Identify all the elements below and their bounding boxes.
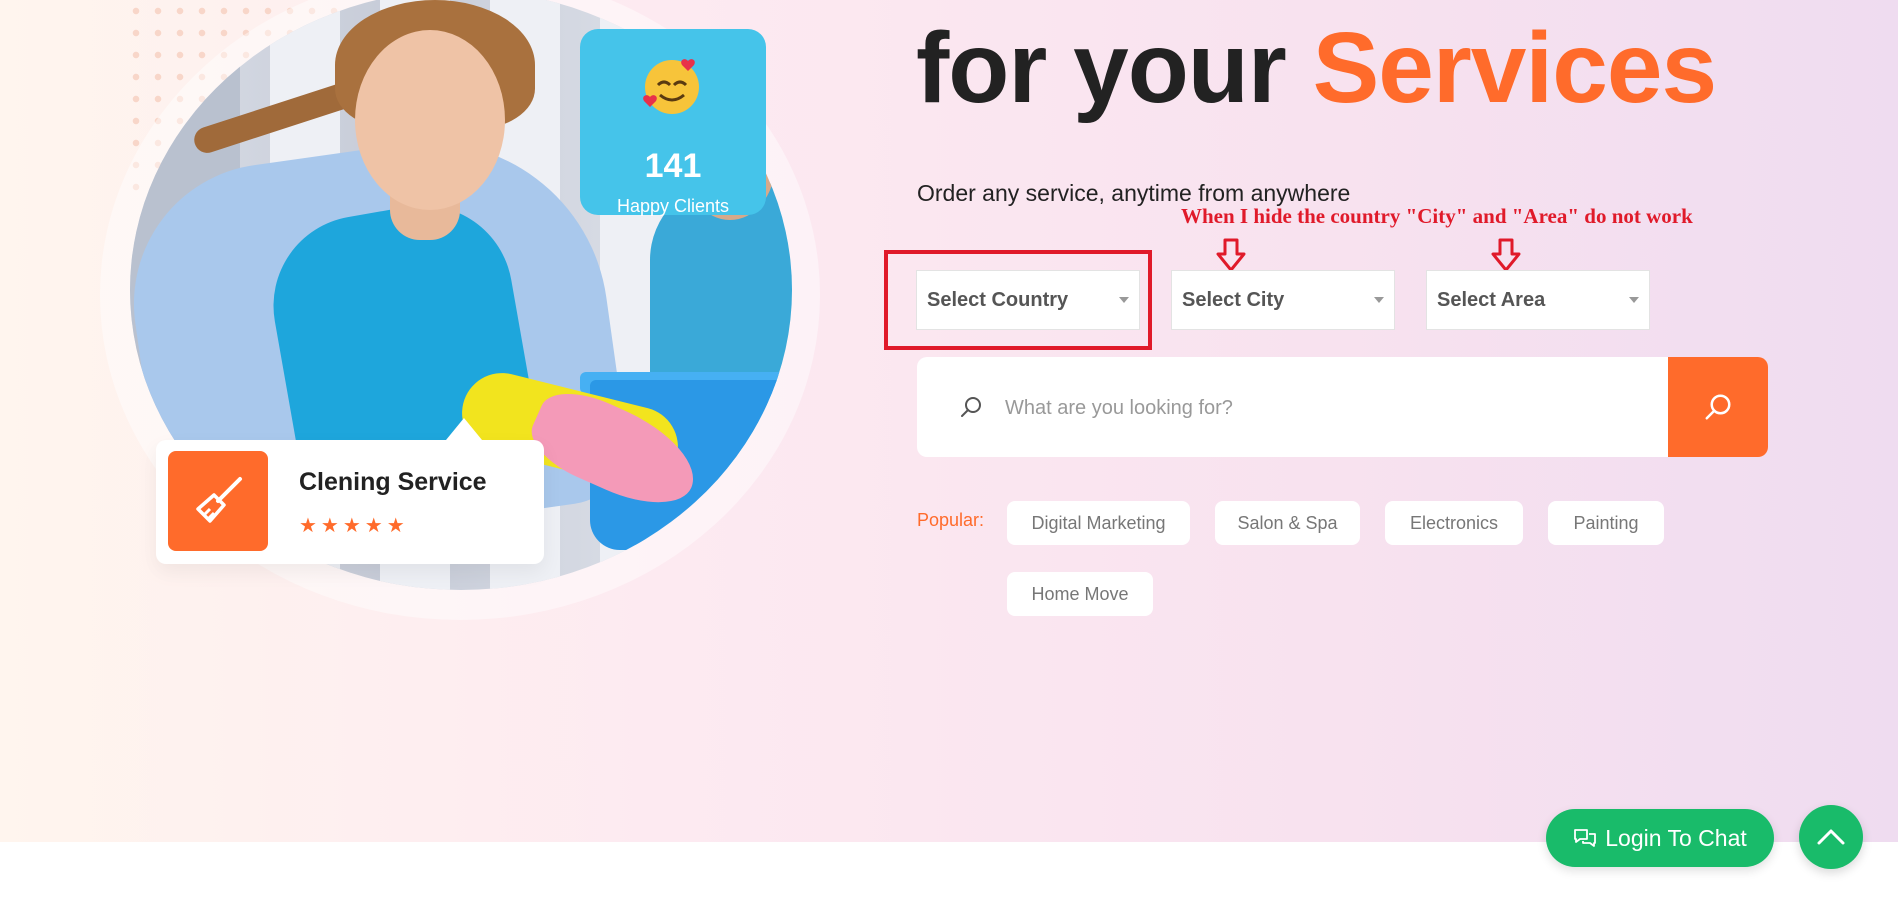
popular-tag[interactable]: Digital Marketing <box>1007 501 1190 545</box>
down-arrow-icon <box>1216 238 1246 272</box>
chevron-down-icon <box>1629 297 1639 303</box>
clients-count: 141 <box>644 147 702 185</box>
search-input[interactable] <box>1003 357 1657 457</box>
search-bar <box>917 357 1768 457</box>
popular-tag[interactable]: Home Move <box>1007 572 1153 616</box>
scroll-to-top-button[interactable] <box>1799 805 1863 869</box>
clients-label: Happy Clients <box>616 196 730 216</box>
hero-heading: for your Services <box>916 18 1717 118</box>
login-to-chat-button[interactable]: Login To Chat <box>1546 809 1774 867</box>
area-select-label: Select Area <box>1437 289 1546 311</box>
hero-subtitle: Order any service, anytime from anywhere <box>917 180 1351 206</box>
broom-icon <box>168 451 268 551</box>
heading-prefix: for your <box>916 12 1313 124</box>
popular-tag[interactable]: Electronics <box>1385 501 1523 545</box>
star-rating: ★★★★★ <box>299 515 409 537</box>
popular-label: Popular: <box>917 510 985 530</box>
popular-tag[interactable]: Salon & Spa <box>1215 501 1360 545</box>
chevron-down-icon <box>1374 297 1384 303</box>
chat-button-label: Login To Chat <box>1605 824 1747 851</box>
happy-clients-card: 141 Happy Clients <box>580 29 766 216</box>
city-select[interactable]: Select City <box>1171 270 1395 330</box>
city-select-label: Select City <box>1182 289 1285 311</box>
chevron-up-icon <box>1817 829 1845 845</box>
area-select[interactable]: Select Area <box>1426 270 1650 330</box>
country-select-label: Select Country <box>927 289 1069 311</box>
service-title: Clening Service <box>299 468 487 496</box>
search-icon <box>961 397 981 417</box>
annotation-note: When I hide the country "City" and "Area… <box>1181 204 1693 228</box>
service-card: Clening Service ★★★★★ <box>156 418 544 564</box>
search-icon <box>1705 394 1731 420</box>
chat-icon <box>1574 829 1597 847</box>
country-select[interactable]: Select Country <box>916 270 1140 330</box>
hero-section: 141 Happy Clients Clening Service ★★★★★ … <box>0 0 1898 842</box>
chevron-down-icon <box>1119 297 1129 303</box>
down-arrow-icon <box>1491 238 1521 272</box>
search-button[interactable] <box>1668 357 1768 457</box>
popular-tag[interactable]: Painting <box>1548 501 1664 545</box>
smiling-face-with-hearts-icon <box>643 59 699 114</box>
heading-accent: Services <box>1312 12 1717 124</box>
